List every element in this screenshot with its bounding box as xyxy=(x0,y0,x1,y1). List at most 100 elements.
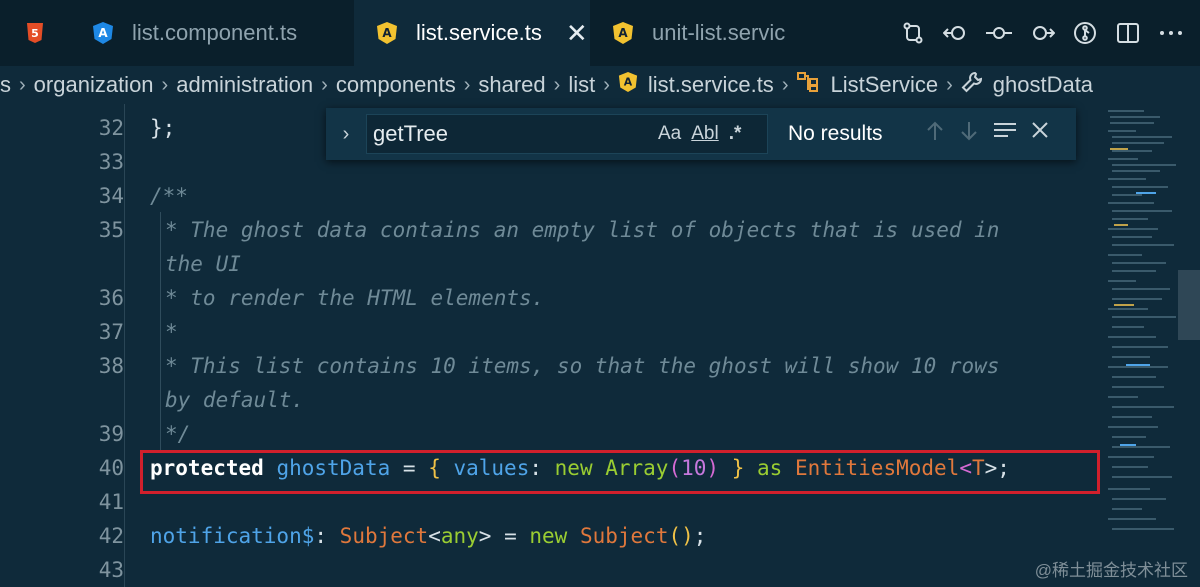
breadcrumb-property-label: ghostData xyxy=(992,72,1094,97)
match-case-icon[interactable]: Aa xyxy=(658,123,681,145)
code-line-36[interactable]: * to render the HTML elements. xyxy=(165,286,544,310)
find-result-count: No results xyxy=(788,122,883,145)
breadcrumb-item[interactable]: list xyxy=(568,72,595,98)
breadcrumb-file-label: list.service.ts xyxy=(647,72,774,97)
line-number: 43 xyxy=(98,558,124,582)
angular-icon: A xyxy=(92,21,114,45)
highlight-box xyxy=(140,450,1100,494)
code-line-35[interactable]: * The ghost data contains an empty list … xyxy=(165,218,999,242)
breadcrumb-class[interactable]: ListService xyxy=(796,71,938,99)
line-number: 40 xyxy=(98,456,124,480)
next-match-icon[interactable] xyxy=(958,120,980,148)
breadcrumb-item[interactable]: administration xyxy=(176,72,313,98)
breadcrumb: s › organization › administration › comp… xyxy=(0,66,1200,104)
line-number: 32 xyxy=(98,116,124,140)
git-graph-icon[interactable] xyxy=(1063,13,1106,53)
type-name: Subject xyxy=(567,524,669,548)
watermark: @稀土掘金技术社区 xyxy=(1034,561,1188,580)
tab-label: list.service.ts xyxy=(416,20,542,45)
find-in-selection-icon[interactable] xyxy=(992,120,1018,148)
find-navigation xyxy=(924,120,1050,148)
go-back-icon[interactable] xyxy=(934,13,977,53)
breadcrumb-file[interactable]: A list.service.ts xyxy=(618,71,774,99)
operator: = xyxy=(491,524,530,548)
keyword: new xyxy=(529,524,568,548)
svg-text:5: 5 xyxy=(31,27,39,40)
type-name: Subject xyxy=(339,524,429,548)
line-number: 38 xyxy=(98,354,124,378)
angle-bracket: > xyxy=(478,524,492,548)
angle-bracket: < xyxy=(428,524,441,548)
line-number: 36 xyxy=(98,286,124,310)
tab-html-file[interactable]: 5 xyxy=(0,0,70,66)
wrench-icon xyxy=(961,71,983,99)
chevron-right-icon: › xyxy=(553,73,561,96)
code-line-37[interactable]: * xyxy=(165,320,178,344)
commit-icon[interactable] xyxy=(977,13,1020,53)
punctuation: ; xyxy=(693,524,707,548)
line-number: 37 xyxy=(98,320,124,344)
breadcrumb-class-label: ListService xyxy=(830,72,939,97)
code-line-34[interactable]: /** xyxy=(150,184,188,208)
indent-guide xyxy=(160,212,161,452)
indent-guide xyxy=(124,104,125,587)
breadcrumb-item[interactable]: components xyxy=(336,72,456,98)
code-line-38-wrap[interactable]: by default. xyxy=(165,388,304,412)
breadcrumb-item[interactable]: organization xyxy=(34,72,154,98)
type-param: any xyxy=(440,524,479,548)
find-options: Aa Abl .* xyxy=(658,123,768,145)
code-line-32[interactable]: }; xyxy=(150,116,175,140)
vertical-scrollbar[interactable] xyxy=(1178,104,1200,587)
breadcrumb-property[interactable]: ghostData xyxy=(961,71,1093,99)
html5-icon: 5 xyxy=(24,21,46,45)
breadcrumb-lead[interactable]: s xyxy=(0,72,11,98)
chevron-right-icon: › xyxy=(161,73,169,96)
line-number: 35 xyxy=(98,218,124,242)
line-number: 42 xyxy=(98,524,124,548)
svg-text:A: A xyxy=(382,26,392,40)
more-actions-icon[interactable] xyxy=(1149,13,1192,53)
split-editor-icon[interactable] xyxy=(1106,13,1149,53)
code-line-39[interactable]: */ xyxy=(165,422,190,446)
angular-icon: A xyxy=(376,21,398,45)
go-forward-icon[interactable] xyxy=(1020,13,1063,53)
tab-list-service[interactable]: A list.service.ts ✕ xyxy=(354,0,590,66)
operator: : xyxy=(314,524,340,548)
tab-label: list.component.ts xyxy=(132,20,298,45)
chevron-right-icon: › xyxy=(781,73,789,96)
svg-text:A: A xyxy=(618,26,628,40)
toggle-replace-chevron-icon[interactable]: › xyxy=(326,123,366,146)
compare-changes-icon[interactable] xyxy=(891,13,934,53)
code-line-35-wrap[interactable]: the UI xyxy=(165,252,241,276)
code-line-38[interactable]: * This list contains 10 items, so that t… xyxy=(165,354,999,378)
line-number: 41 xyxy=(98,490,124,514)
angular-icon: A xyxy=(612,21,634,45)
tab-list-component[interactable]: A list.component.ts xyxy=(70,0,354,66)
paren: () xyxy=(668,524,694,548)
identifier: notification$ xyxy=(150,524,315,548)
line-number: 33 xyxy=(98,150,124,174)
line-number-gutter: 32 33 34 35 36 37 38 39 40 41 42 43 xyxy=(0,104,124,587)
close-icon[interactable]: ✕ xyxy=(566,18,588,49)
chevron-right-icon: › xyxy=(463,73,471,96)
previous-match-icon[interactable] xyxy=(924,120,946,148)
line-number: 34 xyxy=(98,184,124,208)
editor-toolbar xyxy=(891,0,1200,66)
svg-text:A: A xyxy=(624,76,633,89)
tab-label: unit-list.servic xyxy=(652,20,786,45)
find-query: getTree xyxy=(373,121,449,146)
chevron-right-icon: › xyxy=(321,73,328,96)
scrollbar-thumb[interactable] xyxy=(1178,270,1200,340)
minimap[interactable] xyxy=(1106,104,1178,587)
code-line-42[interactable]: notification$: Subject<any> = new Subjec… xyxy=(150,524,706,548)
close-icon[interactable] xyxy=(1030,120,1050,148)
tab-unit-list-service[interactable]: A unit-list.servic xyxy=(590,0,786,66)
chevron-right-icon: › xyxy=(603,73,610,96)
svg-text:A: A xyxy=(98,26,108,40)
chevron-right-icon: › xyxy=(946,73,953,96)
find-widget: › getTree Aa Abl .* No results xyxy=(326,108,1076,160)
regex-icon[interactable]: .* xyxy=(729,123,742,145)
match-whole-word-icon[interactable]: Abl xyxy=(691,123,718,145)
angular-icon: A xyxy=(618,71,638,99)
breadcrumb-item[interactable]: shared xyxy=(478,72,545,98)
